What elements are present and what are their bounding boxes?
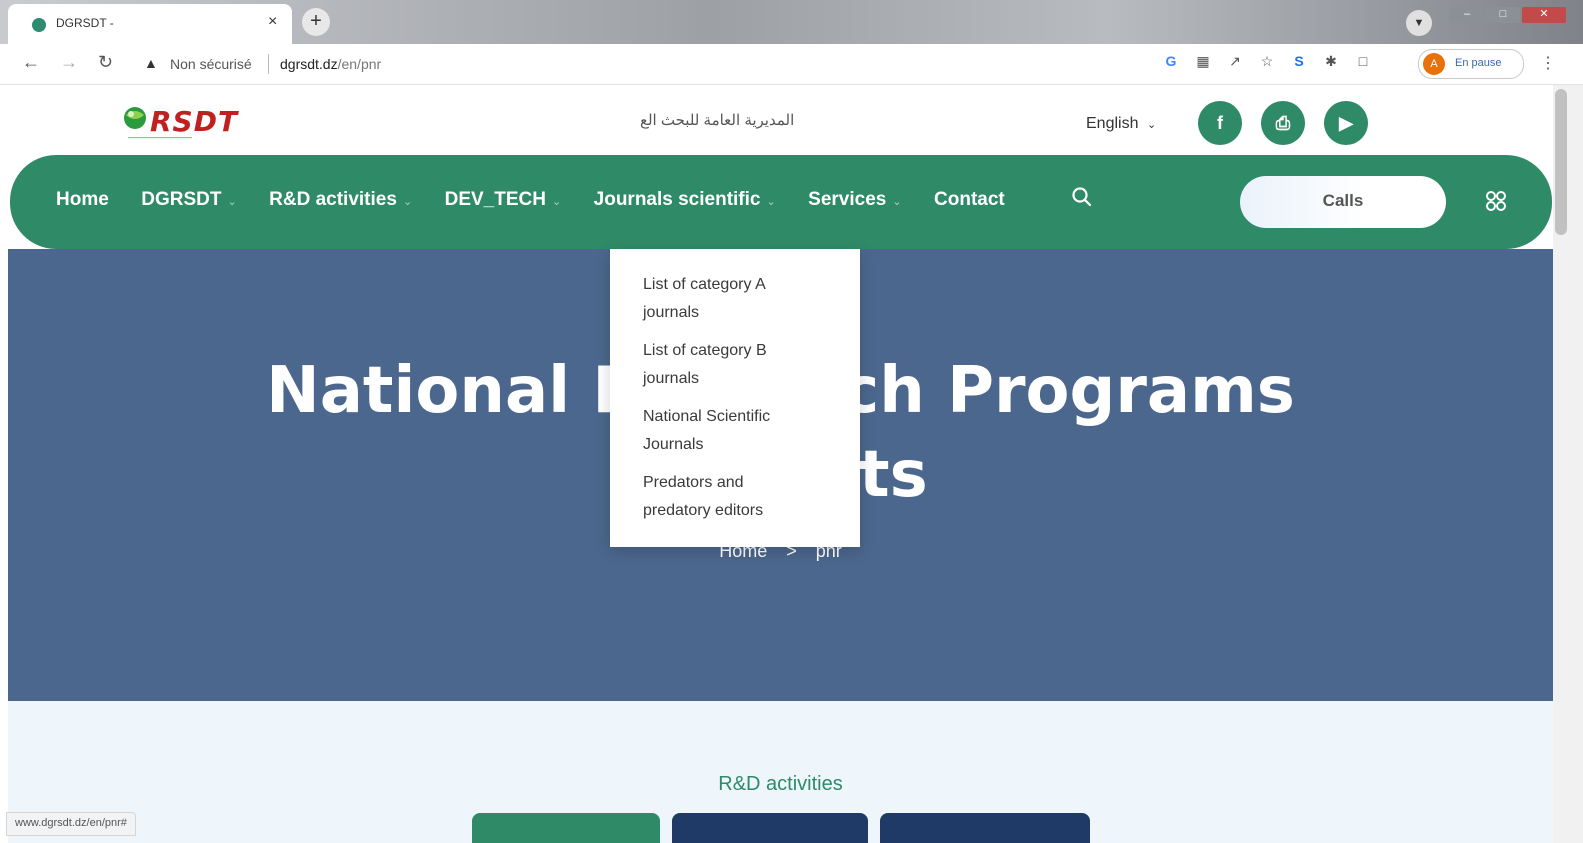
journals-dropdown-menu: List of category A journals List of cate… xyxy=(610,249,860,547)
nav-label: DEV_TECH xyxy=(444,189,546,210)
language-selector[interactable]: English ⌄ xyxy=(1086,115,1156,133)
nav-label: Journals scientific xyxy=(593,189,761,210)
maximize-icon[interactable]: □ xyxy=(1486,7,1520,23)
extensions-puzzle-icon[interactable]: ✱ xyxy=(1318,53,1344,70)
nav-label: R&D activities xyxy=(269,189,397,210)
nav-label: Services xyxy=(808,189,887,210)
page-scrollbar[interactable] xyxy=(1553,85,1583,843)
search-icon[interactable] xyxy=(1070,185,1094,209)
calls-button[interactable]: Calls xyxy=(1240,176,1446,228)
logo-tagline: ———————— xyxy=(128,133,192,142)
section-tab-1[interactable] xyxy=(472,813,660,843)
warning-icon: ▲ xyxy=(144,55,158,71)
dropdown-item-line: predatory editors xyxy=(643,502,764,519)
dropdown-item-line: journals xyxy=(643,370,700,387)
language-label: English xyxy=(1086,115,1139,132)
nav-menu: Home DGRSDT ⌄ R&D activities ⌄ DEV_TECH ⌄ J… xyxy=(56,189,1033,211)
browser-tab-strip: DGRSDT - × + ▼ – □ ✕ xyxy=(0,0,1583,44)
dropdown-item-predatory-editors[interactable]: Predators and predatory editors xyxy=(643,469,843,525)
nav-item-rd-activities[interactable]: R&D activities ⌄ xyxy=(269,189,412,211)
tab-close-icon[interactable]: × xyxy=(268,13,277,31)
forward-arrow-icon[interactable]: → xyxy=(60,52,78,73)
chevron-down-icon: ⌄ xyxy=(892,196,902,208)
nav-label: DGRSDT xyxy=(141,189,222,210)
site-favicon-icon xyxy=(32,18,46,32)
address-divider xyxy=(268,54,269,74)
google-icon[interactable]: G xyxy=(1158,53,1184,69)
facebook-icon[interactable]: f xyxy=(1198,101,1242,145)
logo-globe-icon xyxy=(124,107,146,129)
window-controls: – □ ✕ xyxy=(1448,4,1566,23)
bookmark-star-icon[interactable]: ☆ xyxy=(1254,53,1280,70)
browser-tab[interactable]: DGRSDT - × xyxy=(8,4,292,44)
dropdown-item-line: Journals xyxy=(643,436,704,453)
chevron-down-icon: ⌄ xyxy=(402,196,413,208)
extension-s-icon[interactable]: S xyxy=(1286,53,1312,69)
reload-icon[interactable]: ↻ xyxy=(98,52,113,73)
new-tab-button[interactable]: + xyxy=(302,8,330,36)
share-icon[interactable]: ↗ xyxy=(1222,53,1248,70)
nav-item-contact[interactable]: Contact xyxy=(934,189,1005,211)
rd-activities-section: R&D activities xyxy=(8,701,1553,843)
dropdown-item-category-b[interactable]: List of category B journals xyxy=(643,337,843,393)
url-text: dgrsdt.dz/en/pnr xyxy=(280,56,381,72)
dropdown-item-line: Predators and xyxy=(643,474,744,491)
nav-item-home[interactable]: Home xyxy=(56,189,109,211)
scrollbar-thumb[interactable] xyxy=(1555,89,1567,235)
url-path: /en/pnr xyxy=(337,56,382,72)
dropdown-item-line: List of category A xyxy=(643,276,766,293)
dropdown-item-line: journals xyxy=(643,304,700,321)
youtube-icon[interactable]: ▶ xyxy=(1324,101,1368,145)
url-host: dgrsdt.dz xyxy=(280,56,338,72)
main-navigation: Home DGRSDT ⌄ R&D activities ⌄ DEV_TECH ⌄ J… xyxy=(10,155,1552,249)
nav-label: Home xyxy=(56,189,109,210)
tab-title: DGRSDT - xyxy=(56,16,114,30)
grid-menu-icon[interactable] xyxy=(1484,189,1508,213)
nav-item-dgrsdt[interactable]: DGRSDT ⌄ xyxy=(141,189,236,211)
chevron-down-icon: ⌄ xyxy=(227,196,237,208)
tab-search-icon[interactable]: ▼ xyxy=(1406,10,1432,36)
profile-button[interactable]: A En pause xyxy=(1418,49,1524,79)
browser-toolbar: ← → ↻ ▲ Non sécurisé dgrsdt.dz/en/pnr G ▦… xyxy=(0,44,1583,85)
section-heading: R&D activities xyxy=(718,773,843,795)
avatar: A xyxy=(1423,53,1445,75)
security-label: Non sécurisé xyxy=(170,56,252,72)
address-bar[interactable]: ▲ Non sécurisé dgrsdt.dz/en/pnr xyxy=(132,49,1152,79)
chevron-down-icon: ⌄ xyxy=(766,196,776,208)
browser-menu-icon[interactable]: ⋮ xyxy=(1540,53,1556,73)
dropdown-item-category-a[interactable]: List of category A journals xyxy=(643,271,843,327)
chevron-down-icon: ⌄ xyxy=(1146,119,1157,131)
nav-item-journals-scientific[interactable]: Journals scientific ⌄ xyxy=(594,189,776,211)
section-tab-2[interactable] xyxy=(672,813,868,843)
side-panel-icon[interactable]: □ xyxy=(1350,53,1376,69)
back-arrow-icon[interactable]: ← xyxy=(22,52,40,73)
arabic-site-title: المديرية العامة للبحث الع xyxy=(640,112,795,129)
nav-item-services[interactable]: Services ⌄ xyxy=(808,189,901,211)
toolbar-icons: G ▦ ↗ ☆ S ✱ □ xyxy=(1158,53,1382,71)
nav-item-dev-tech[interactable]: DEV_TECH ⌄ xyxy=(445,189,562,211)
minimize-icon[interactable]: – xyxy=(1450,7,1484,23)
dropdown-item-national-journals[interactable]: National Scientific Journals xyxy=(643,403,843,459)
section-tab-3[interactable] xyxy=(880,813,1090,843)
translate-icon[interactable]: ▦ xyxy=(1190,53,1216,70)
nav-label: Contact xyxy=(934,189,1005,210)
dropdown-item-line: List of category B xyxy=(643,342,767,359)
printer-icon[interactable]: ⎙ xyxy=(1261,101,1305,145)
chevron-down-icon: ⌄ xyxy=(551,196,562,208)
web-page: RSDT ———————— المديرية العامة للبحث الع … xyxy=(0,85,1553,843)
profile-status: En pause xyxy=(1455,57,1502,69)
dropdown-item-line: National Scientific xyxy=(643,408,771,425)
link-status-bar: www.dgrsdt.dz/en/pnr# xyxy=(6,812,136,836)
window-close-icon[interactable]: ✕ xyxy=(1522,7,1566,23)
site-logo[interactable]: RSDT ———————— xyxy=(120,99,280,145)
